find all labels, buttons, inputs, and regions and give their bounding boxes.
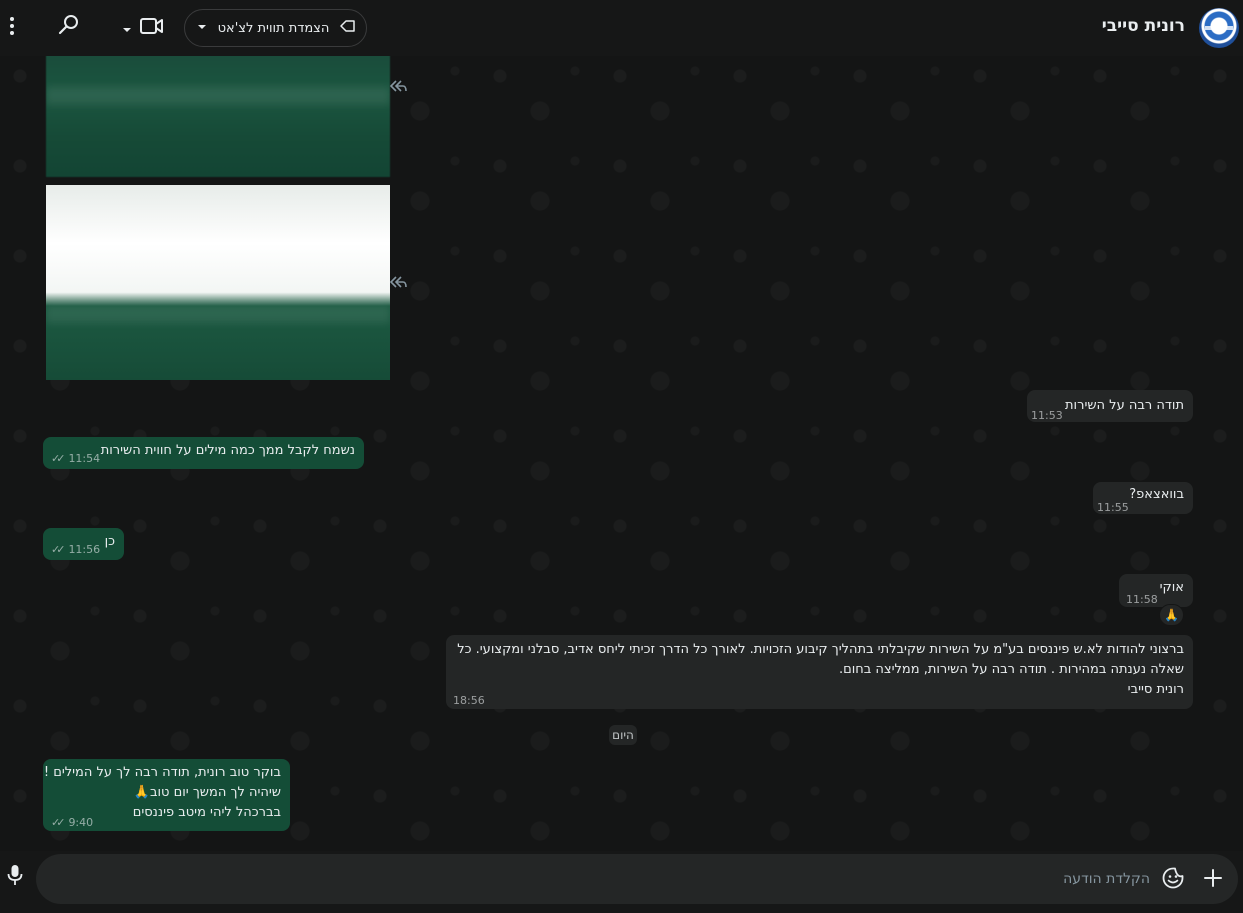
message-text: בוואצאפ? — [1129, 487, 1184, 502]
menu-button[interactable] — [2, 16, 22, 40]
message-text-line: שיהיה לך המשך יום טוב🙏 — [133, 785, 281, 800]
microphone-icon — [7, 864, 23, 890]
message-bubble-outgoing[interactable]: בוקר טוב רונית, תודה רבה לך על המילים ! … — [43, 759, 290, 831]
chat-messages-area[interactable]: תודה רבה על השירות 11:53 נשמח לקבל ממך כ… — [0, 56, 1243, 851]
date-separator: היום — [609, 725, 637, 745]
contact-name[interactable]: רונית סייבי — [1102, 16, 1185, 36]
message-meta: ✓✓ 11:54 — [51, 449, 100, 469]
attach-button[interactable] — [1200, 867, 1226, 893]
voice-message-button[interactable] — [4, 865, 26, 889]
message-text-line: בברכהל ליהי מיטב פיננסים — [132, 805, 281, 820]
chat-header: רונית סייבי הצמדת תווית לצ'אט — [0, 0, 1243, 56]
message-text-line: ברצוני להודות לא.ש פיננסים בע"מ על השירו… — [457, 642, 1184, 657]
video-call-icon — [140, 17, 164, 39]
message-time: 18:56 — [453, 691, 485, 711]
forward-icon[interactable] — [389, 78, 407, 92]
label-icon — [340, 20, 356, 36]
sticker-icon — [1162, 867, 1184, 893]
message-time-text: 11:53 — [1031, 409, 1063, 422]
message-bubble-outgoing[interactable]: כן ✓✓ 11:56 — [43, 528, 124, 560]
search-button[interactable] — [56, 14, 82, 40]
add-label-button[interactable]: הצמדת תווית לצ'אט — [184, 9, 367, 47]
message-time: 11:55 — [1097, 498, 1129, 518]
message-text-line: בוקר טוב רונית, תודה רבה לך על המילים ! — [43, 765, 281, 780]
message-bubble-incoming[interactable]: תודה רבה על השירות 11:53 — [1027, 390, 1193, 422]
message-text-line: שאלה נענתה במהירות . תודה רבה על השירות,… — [838, 662, 1184, 677]
read-receipt-icon: ✓✓ — [51, 452, 66, 465]
video-call-button[interactable] — [118, 15, 168, 41]
media-message-image[interactable] — [46, 185, 390, 380]
message-composer-bar — [0, 851, 1243, 913]
message-time-text: 9:40 — [68, 816, 94, 829]
reaction-emoji: 🙏 — [1164, 608, 1179, 622]
read-receipt-icon: ✓✓ — [51, 816, 66, 829]
message-bubble-outgoing[interactable]: נשמח לקבל ממך כמה מילים על חווית השירות … — [43, 437, 364, 469]
message-text: תודה רבה על השירות — [1065, 398, 1184, 413]
message-bubble-incoming[interactable]: אוקי 11:58 — [1119, 574, 1193, 607]
message-text: נשמח לקבל ממך כמה מילים על חווית השירות — [100, 443, 355, 458]
emoji-sticker-button[interactable] — [1160, 867, 1186, 893]
message-input-container — [36, 854, 1238, 904]
search-icon — [58, 14, 80, 40]
menu-icon — [9, 16, 15, 40]
message-meta: ✓✓ 9:40 — [51, 813, 93, 833]
message-text-line: רונית סייבי — [1127, 682, 1184, 697]
chevron-down-icon — [197, 21, 207, 36]
add-label-text: הצמדת תווית לצ'אט — [217, 20, 330, 36]
message-text: כן — [104, 534, 115, 549]
message-input[interactable] — [250, 867, 1150, 891]
message-bubble-incoming[interactable]: ברצוני להודות לא.ש פיננסים בע"מ על השירו… — [446, 635, 1193, 709]
message-time-text: 11:56 — [68, 543, 101, 556]
message-time: 11:53 — [1031, 406, 1063, 426]
contact-avatar[interactable] — [1199, 8, 1239, 48]
message-reaction[interactable]: 🙏 — [1159, 604, 1184, 626]
message-text: אוקי — [1159, 580, 1184, 595]
message-time-text: 11:55 — [1097, 501, 1129, 514]
plus-icon — [1204, 869, 1222, 891]
forward-icon[interactable] — [389, 274, 407, 288]
message-bubble-incoming[interactable]: בוואצאפ? 11:55 — [1093, 482, 1193, 514]
chevron-down-icon — [122, 19, 132, 38]
message-time-text: 11:54 — [68, 452, 101, 465]
message-time: 11:58 — [1126, 590, 1158, 610]
message-time-text: 11:58 — [1126, 593, 1158, 606]
media-message-image[interactable] — [46, 56, 390, 177]
read-receipt-icon: ✓✓ — [51, 543, 66, 556]
message-time-text: 18:56 — [453, 694, 485, 707]
message-meta: ✓✓ 11:56 — [51, 540, 100, 560]
